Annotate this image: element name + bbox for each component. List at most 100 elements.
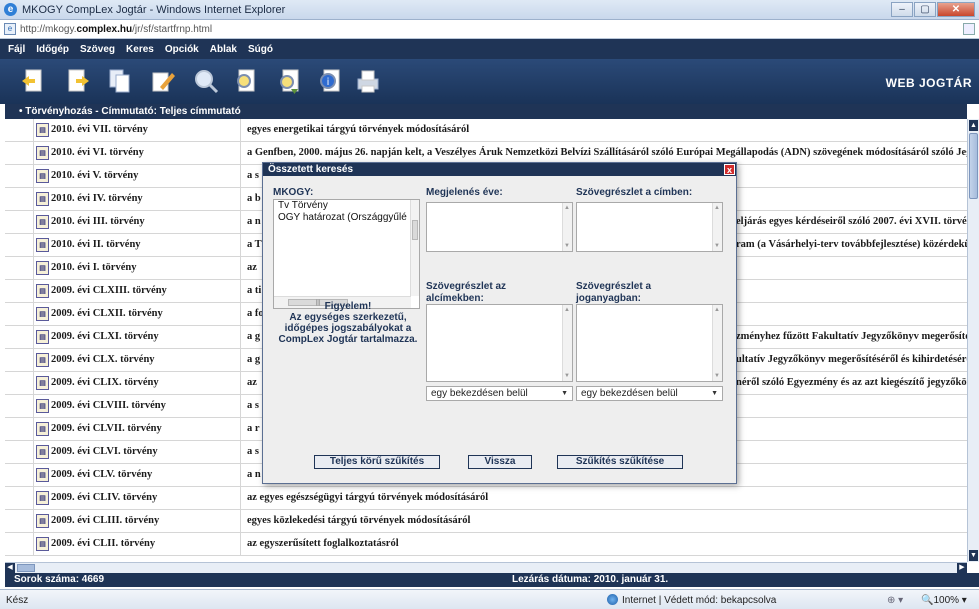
law-cell[interactable]: ▤ 2010. évi VII. törvény bbox=[33, 119, 241, 141]
body-input[interactable]: ▲ ▼ bbox=[576, 304, 723, 382]
law-cell[interactable]: ▤ 2010. évi V. törvény bbox=[33, 165, 241, 187]
maximize-button[interactable]: ▢ bbox=[914, 2, 936, 17]
law-cell[interactable]: ▤ 2009. évi CLIX. törvény bbox=[33, 372, 241, 394]
menu-timemachine[interactable]: Időgép bbox=[36, 44, 69, 55]
menu-search[interactable]: Keres bbox=[126, 44, 154, 55]
title-cell[interactable]: egyes energetikai tárgyú törvények módos… bbox=[247, 119, 967, 141]
subtitle-scope-select[interactable]: egy bekezdésen belül ▼ bbox=[426, 386, 573, 401]
close-window-button[interactable]: ✕ bbox=[937, 2, 975, 17]
zoom-icon[interactable] bbox=[193, 67, 219, 95]
law-cell[interactable]: ▤ 2009. évi CLXI. törvény bbox=[33, 326, 241, 348]
url-prefix: http://mkogy. bbox=[20, 24, 77, 35]
title-cell[interactable]: az egyszerűsített foglalkoztatásról bbox=[247, 533, 967, 555]
url-text[interactable]: http://mkogy.complex.hu/jr/sf/startfrnp.… bbox=[20, 24, 212, 35]
title-cell[interactable]: a Genfben, 2000. május 26. napján kelt, … bbox=[247, 142, 967, 164]
law-cell[interactable]: ▤ 2009. évi CLX. törvény bbox=[33, 349, 241, 371]
info-search-icon[interactable]: i bbox=[317, 67, 343, 95]
textarea-scrollbar[interactable]: ▲ ▼ bbox=[712, 203, 722, 251]
search-advanced-icon[interactable] bbox=[276, 67, 302, 95]
scroll-thumb[interactable] bbox=[969, 133, 978, 199]
document-icon: ▤ bbox=[36, 169, 49, 183]
law-cell[interactable]: ▤ 2009. évi CLVIII. törvény bbox=[33, 395, 241, 417]
scroll-down-icon[interactable]: ▼ bbox=[969, 550, 978, 561]
back-button[interactable]: Vissza bbox=[468, 455, 532, 469]
scroll-up-icon[interactable]: ▲ bbox=[969, 120, 978, 131]
law-name: 2010. évi II. törvény bbox=[51, 239, 141, 250]
textarea-scrollbar[interactable]: ▲ ▼ bbox=[712, 305, 722, 381]
law-cell[interactable]: ▤ 2009. évi CLVI. törvény bbox=[33, 441, 241, 463]
compat-view-icon[interactable] bbox=[963, 23, 975, 35]
search-icon[interactable] bbox=[233, 67, 259, 95]
document-icon: ▤ bbox=[36, 537, 49, 551]
law-cell[interactable]: ▤ 2009. évi CLII. törvény bbox=[33, 533, 241, 555]
title-part-input[interactable]: ▲ ▼ bbox=[576, 202, 723, 252]
chevron-down-icon: ▼ bbox=[561, 390, 568, 397]
table-row[interactable]: ▤ 2009. évi CLIV. törvény az egyes egészsé… bbox=[5, 487, 967, 510]
list-option[interactable]: Tv Törvény bbox=[274, 200, 419, 212]
zoom-level[interactable]: 🔍100% ▾ bbox=[921, 595, 967, 606]
list-option[interactable]: OGY határozat (Országgyűlé bbox=[274, 212, 419, 224]
law-cell[interactable]: ▤ 2009. évi CLXIII. törvény bbox=[33, 280, 241, 302]
law-cell[interactable]: ▤ 2010. évi I. törvény bbox=[33, 257, 241, 279]
scroll-left-icon[interactable]: ◀ bbox=[5, 563, 15, 573]
law-name: 2009. évi CLXIII. törvény bbox=[51, 285, 167, 296]
law-cell[interactable]: ▤ 2009. évi CLIV. törvény bbox=[33, 487, 241, 509]
law-cell[interactable]: ▤ 2010. évi VI. törvény bbox=[33, 142, 241, 164]
title-tail: ram (a Vásárhelyi-terv továbbfejlesztése… bbox=[736, 239, 967, 250]
law-cell[interactable]: ▤ 2010. évi II. törvény bbox=[33, 234, 241, 256]
law-cell[interactable]: ▤ 2010. évi IV. törvény bbox=[33, 188, 241, 210]
law-cell[interactable]: ▤ 2009. évi CLVII. törvény bbox=[33, 418, 241, 440]
subtitle-input[interactable]: ▲ ▼ bbox=[426, 304, 573, 382]
narrow-narrow-button[interactable]: Szűkítés szűkítése bbox=[557, 455, 683, 469]
table-row[interactable]: ▤ 2009. évi CLII. törvény az egyszerűsítet… bbox=[5, 533, 967, 556]
copy-icon[interactable] bbox=[107, 67, 133, 95]
menu-text[interactable]: Szöveg bbox=[80, 44, 115, 55]
menu-file[interactable]: Fájl bbox=[8, 44, 25, 55]
source-listbox[interactable]: Tv Törvény OGY határozat (Országgyűlé ||… bbox=[273, 199, 420, 309]
title-cell[interactable]: az egyes egészségügyi tárgyú törvények m… bbox=[247, 487, 967, 509]
brand-logo: WEB JOGTÁR bbox=[885, 76, 972, 90]
title-cell[interactable]: egyes közlekedési tárgyú törvények módos… bbox=[247, 510, 967, 532]
edit-icon[interactable] bbox=[150, 67, 176, 95]
scroll-right-icon[interactable]: ▶ bbox=[957, 563, 967, 573]
law-cell[interactable]: ▤ 2009. évi CLIII. törvény bbox=[33, 510, 241, 532]
title-tail: néről szóló Egyezmény és az azt kiegészí… bbox=[736, 377, 967, 388]
dialog-close-button[interactable]: x bbox=[724, 164, 735, 175]
table-row[interactable]: ▤ 2010. évi VII. törvény egyes energetikai… bbox=[5, 119, 967, 142]
ready-text: Kész bbox=[6, 595, 29, 606]
law-cell[interactable]: ▤ 2009. évi CLXII. törvény bbox=[33, 303, 241, 325]
law-name: 2010. évi VII. törvény bbox=[51, 124, 148, 135]
horizontal-scrollbar[interactable]: ◀ ▶ bbox=[5, 562, 967, 573]
textarea-scrollbar[interactable]: ▲ ▼ bbox=[562, 203, 572, 251]
textarea-scrollbar[interactable]: ▲ ▼ bbox=[562, 305, 572, 381]
law-cell[interactable]: ▤ 2010. évi III. törvény bbox=[33, 211, 241, 233]
listbox-vscroll[interactable] bbox=[410, 200, 419, 296]
menu-window[interactable]: Ablak bbox=[210, 44, 237, 55]
svg-text:i: i bbox=[327, 77, 330, 88]
security-zone[interactable]: Internet | Védett mód: bekapcsolva bbox=[622, 595, 776, 606]
first-icon[interactable] bbox=[20, 67, 46, 95]
law-cell[interactable]: ▤ 2009. évi CLV. törvény bbox=[33, 464, 241, 486]
address-bar[interactable]: e http://mkogy.complex.hu/jr/sf/startfrn… bbox=[0, 20, 979, 39]
document-icon: ▤ bbox=[36, 123, 49, 137]
body-scope-select[interactable]: egy bekezdésen belül ▼ bbox=[576, 386, 723, 401]
minimize-button[interactable]: – bbox=[891, 2, 913, 17]
law-name: 2010. évi IV. törvény bbox=[51, 193, 143, 204]
vertical-scrollbar[interactable]: ▲ ▼ bbox=[967, 119, 979, 562]
next-icon[interactable] bbox=[65, 67, 91, 95]
title-start: a n bbox=[247, 216, 261, 227]
table-row[interactable]: ▤ 2009. évi CLIII. törvény egyes közlekedé… bbox=[5, 510, 967, 533]
full-narrow-button[interactable]: Teljes körű szűkítés bbox=[314, 455, 440, 469]
menu-help[interactable]: Súgó bbox=[248, 44, 273, 55]
notice-text: Figyelem! Az egységes szerkezetű, időgép… bbox=[278, 301, 418, 345]
title-tail: zményhez fűzött Fakultatív Jegyzőkönyv m… bbox=[736, 331, 967, 342]
year-input[interactable]: ▲ ▼ bbox=[426, 202, 573, 252]
protected-mode-icon[interactable]: ⊕ ▾ bbox=[887, 595, 903, 606]
browser-status-bar: Kész Internet | Védett mód: bekapcsolva … bbox=[0, 589, 979, 609]
print-icon[interactable] bbox=[355, 67, 381, 95]
listbox-vthumb[interactable] bbox=[412, 220, 418, 240]
hscroll-thumb[interactable] bbox=[17, 564, 35, 572]
document-icon: ▤ bbox=[36, 261, 49, 275]
menu-options[interactable]: Opciók bbox=[165, 44, 199, 55]
app-status-bar: Sorok száma: 4669 Lezárás dátuma: 2010. … bbox=[5, 573, 979, 587]
